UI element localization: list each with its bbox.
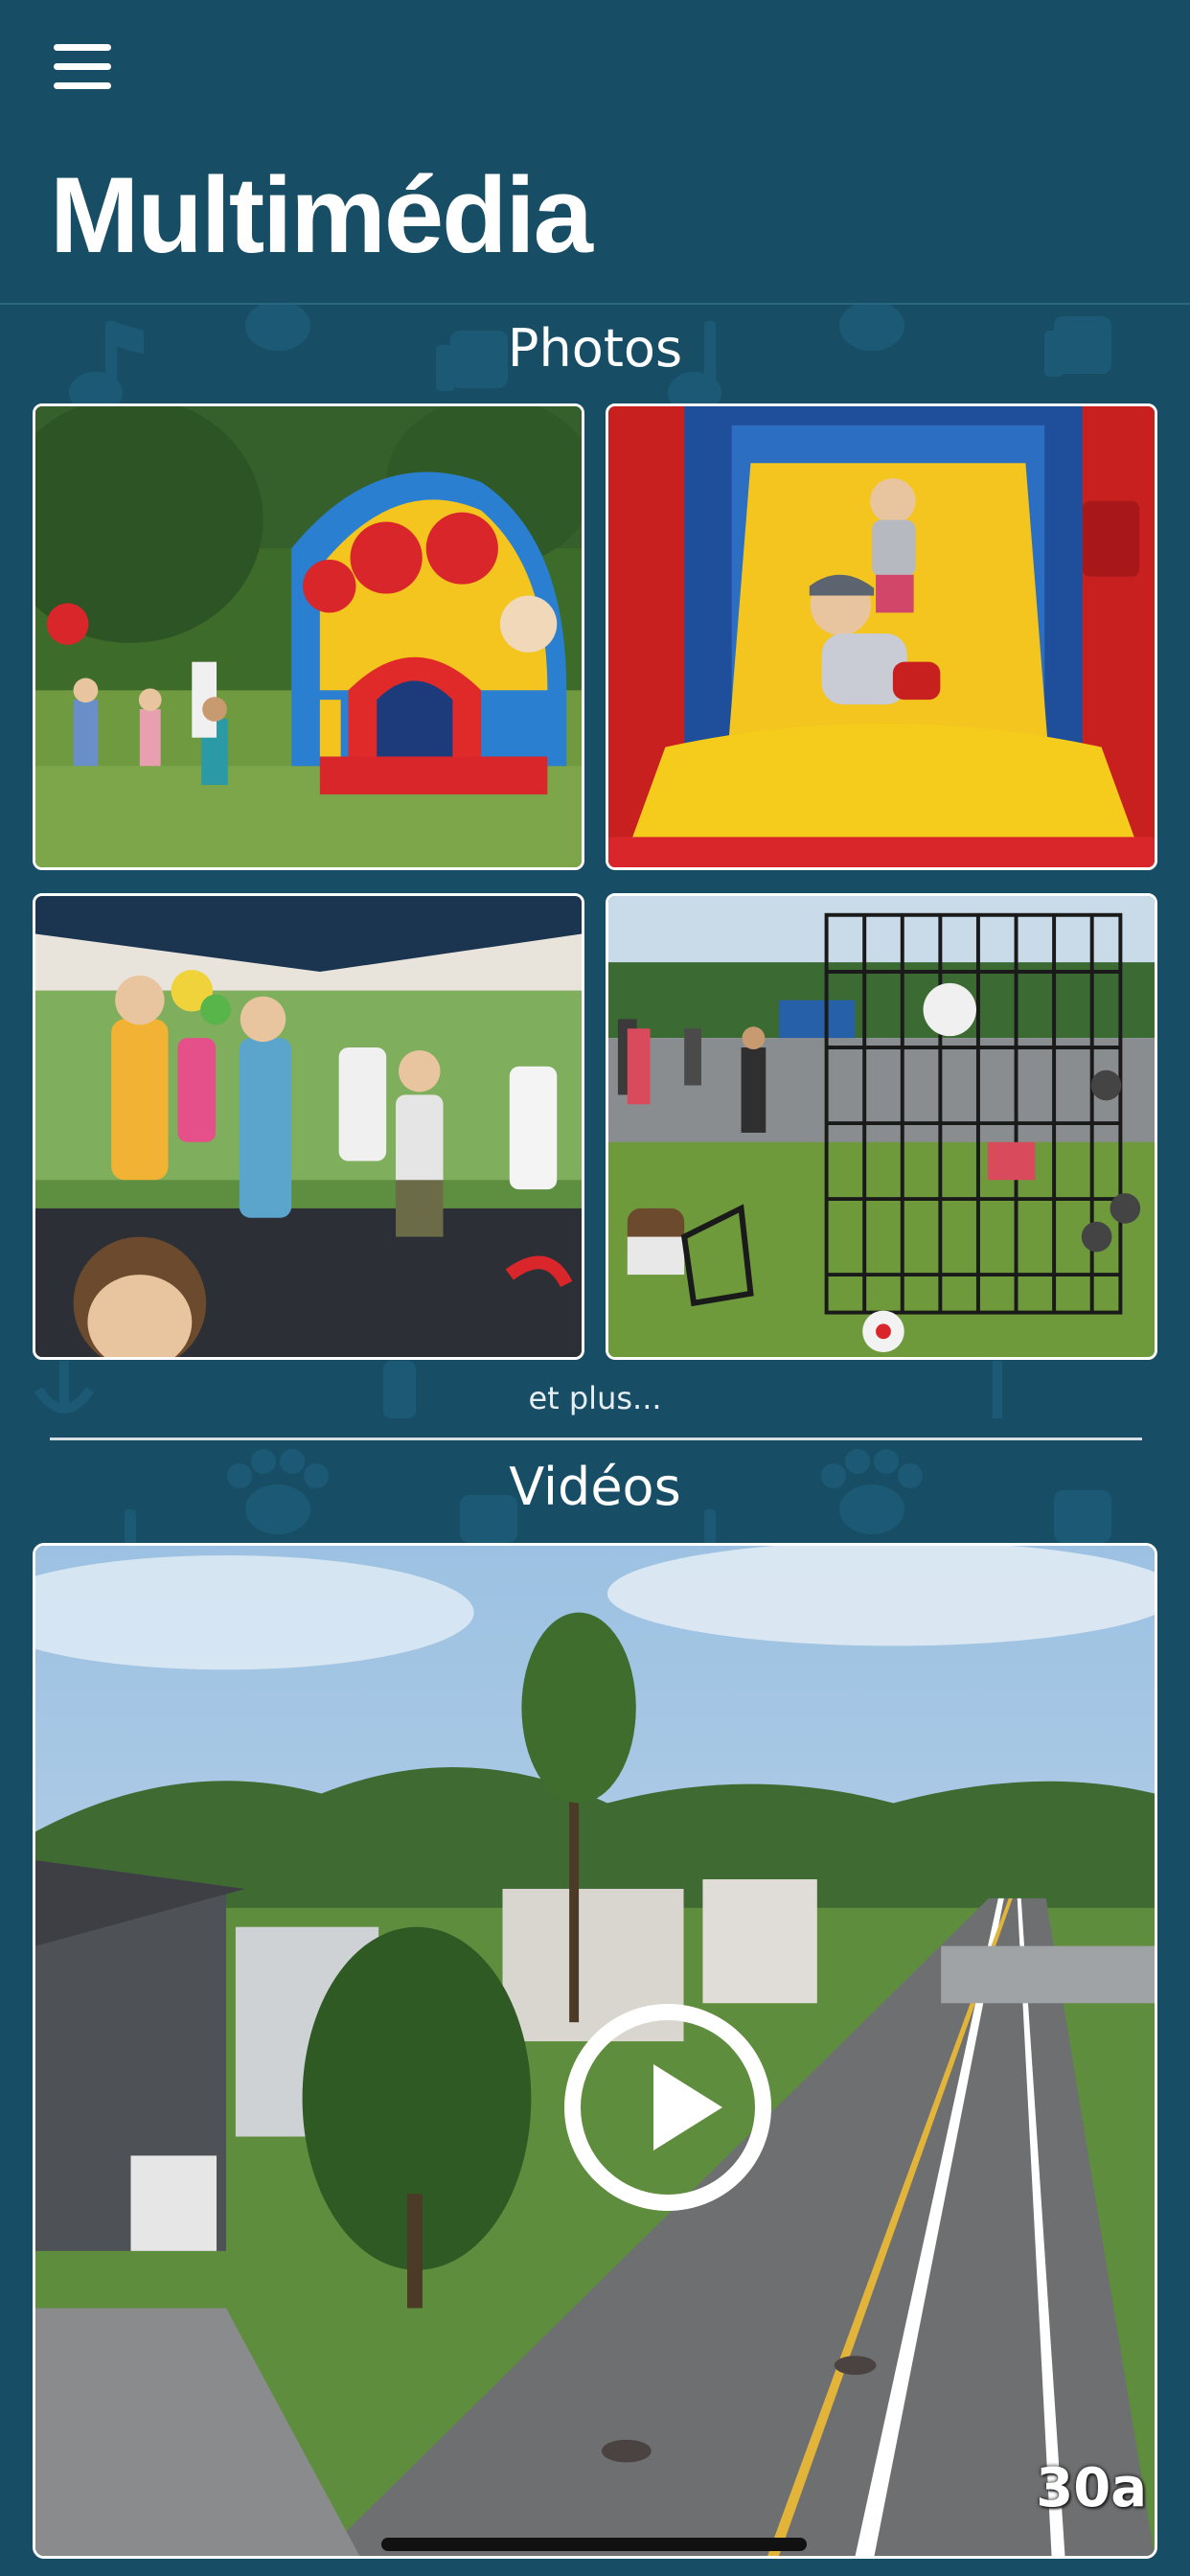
dunk-tank-image (608, 896, 1155, 1357)
photos-heading: Photos (507, 318, 683, 379)
videos-heading: Vidéos (509, 1457, 681, 1517)
hamburger-menu-icon[interactable] (50, 44, 119, 94)
photo-thumbnail-4[interactable] (606, 893, 1157, 1360)
video-timestamp: 30a (1036, 2457, 1147, 2519)
top-header: Multimédia (0, 0, 1190, 305)
more-photos-link[interactable]: et plus... (0, 1380, 1190, 1416)
photo-thumbnail-2[interactable] (606, 403, 1157, 870)
app-screen: Multimédia Photos et plus... Vidéos 30a (0, 0, 1190, 2576)
inflatable-slide-image (608, 406, 1155, 867)
page-title: Multimédia (50, 155, 593, 275)
play-triangle (653, 2064, 722, 2150)
photo-thumbnail-3[interactable] (33, 893, 584, 1360)
section-divider (50, 1438, 1142, 1440)
home-indicator[interactable] (381, 2538, 807, 2551)
kids-tent-image (35, 896, 582, 1357)
play-icon[interactable] (564, 2004, 771, 2211)
photo-thumbnail-1[interactable] (33, 403, 584, 870)
bouncy-castle-image (35, 406, 582, 867)
video-thumbnail[interactable]: 30a (33, 1543, 1157, 2559)
